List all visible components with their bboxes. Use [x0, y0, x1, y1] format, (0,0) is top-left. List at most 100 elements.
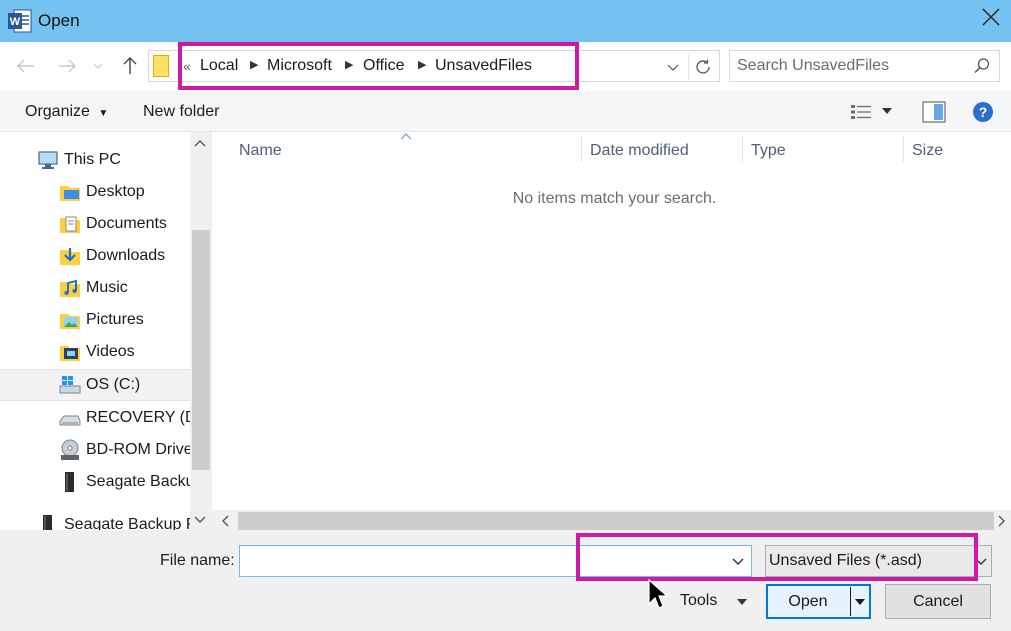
scroll-down-icon[interactable] [194, 516, 206, 524]
search-input[interactable] [737, 55, 967, 77]
refresh-button[interactable] [688, 54, 716, 80]
file-name-input[interactable] [243, 550, 713, 572]
help-icon[interactable]: ? [972, 101, 994, 123]
videos-folder-icon [60, 346, 80, 361]
nav-label: Downloads [86, 247, 166, 264]
tools-menu[interactable]: Tools [680, 592, 717, 610]
dropdown-arrow-icon [737, 599, 747, 605]
nav-item-music[interactable]: Music [0, 272, 190, 304]
nav-label: This PC [64, 151, 121, 168]
svg-text:?: ? [979, 104, 988, 120]
mouse-cursor-icon [648, 578, 669, 609]
breadcrumb-office[interactable]: Office [363, 57, 405, 75]
nav-item-this-pc[interactable]: This PC [0, 144, 190, 176]
nav-item-recovery-d[interactable]: RECOVERY (D:) [0, 402, 190, 434]
recent-locations-button[interactable] [88, 53, 108, 79]
file-list[interactable] [212, 132, 1011, 510]
nav-label: Documents [86, 215, 167, 232]
title-bar [0, 0, 1011, 42]
file-type-value: Unsaved Files (*.asd) [769, 552, 922, 569]
external-drive-icon [43, 515, 52, 530]
column-header-name[interactable]: Name [239, 142, 282, 160]
search-icon[interactable] [972, 56, 992, 76]
scroll-left-icon[interactable] [221, 515, 229, 527]
horizontal-scrollbar-thumb[interactable] [238, 512, 994, 530]
back-button[interactable] [13, 53, 39, 79]
computer-icon [38, 151, 58, 169]
file-type-dropdown[interactable] [972, 551, 990, 571]
nav-item-bd-rom[interactable]: BD-ROM Drive [0, 434, 190, 466]
windows-drive-icon [59, 376, 81, 394]
nav-item-seagate-backup-2[interactable]: Seagate Backup P [0, 509, 190, 530]
column-divider[interactable] [742, 136, 743, 162]
column-header-size[interactable]: Size [912, 142, 943, 160]
nav-label: Seagate Backup [86, 473, 190, 490]
column-header-date-modified[interactable]: Date modified [590, 142, 689, 160]
navigation-pane[interactable]: This PC Desktop Documents Downloads Musi… [0, 132, 190, 530]
dropdown-arrow-icon [855, 599, 865, 605]
drive-icon [59, 415, 81, 426]
chevron-right-icon[interactable]: ▶ [345, 58, 353, 71]
scroll-right-icon[interactable] [998, 515, 1006, 527]
open-options-dropdown[interactable] [851, 590, 869, 614]
file-name-label: File name: [160, 552, 235, 569]
nav-item-downloads[interactable]: Downloads [0, 240, 190, 272]
external-drive-icon [65, 472, 74, 492]
up-button[interactable] [117, 53, 143, 79]
word-icon: W [8, 9, 32, 33]
dropdown-arrow-icon: ▼ [98, 108, 109, 119]
refresh-icon [695, 59, 710, 74]
chevron-right-icon[interactable]: ▶ [250, 58, 258, 71]
nav-item-videos[interactable]: Videos [0, 336, 190, 368]
open-button-label[interactable]: Open [766, 584, 850, 619]
chevron-down-icon [732, 558, 744, 565]
folder-icon [153, 55, 169, 77]
nav-item-documents[interactable]: Documents [0, 208, 190, 240]
nav-item-seagate-backup-1[interactable]: Seagate Backup [0, 466, 190, 498]
chevron-down-icon [667, 64, 679, 71]
nav-item-os-c[interactable]: OS (C:) [0, 369, 190, 401]
nav-label: RECOVERY (D:) [86, 409, 190, 426]
up-arrow-icon [123, 57, 137, 74]
nav-scrollbar-thumb[interactable] [192, 230, 210, 470]
breadcrumb-microsoft[interactable]: Microsoft [267, 57, 332, 75]
organize-menu[interactable]: Organize ▼ [25, 103, 108, 121]
downloads-folder-icon [60, 248, 80, 265]
nav-label: OS (C:) [86, 376, 141, 393]
nav-label: Videos [86, 343, 135, 360]
column-divider[interactable] [903, 136, 904, 162]
organize-label: Organize [25, 103, 90, 120]
desktop-folder-icon [60, 186, 80, 201]
view-details-icon[interactable] [850, 103, 872, 121]
column-header-type[interactable]: Type [751, 142, 786, 160]
optical-drive-icon [61, 439, 79, 460]
tools-dropdown[interactable] [734, 594, 750, 610]
nav-label: Seagate Backup P [64, 516, 190, 530]
sort-ascending-icon [400, 133, 412, 140]
address-history-dropdown[interactable] [664, 57, 682, 77]
forward-button[interactable] [54, 53, 80, 79]
forward-arrow-icon [59, 59, 76, 73]
chevron-right-icon[interactable]: ▶ [418, 58, 426, 71]
new-folder-button[interactable]: New folder [143, 103, 219, 121]
documents-folder-icon [60, 216, 80, 233]
svg-text:W: W [10, 16, 21, 28]
back-arrow-icon [17, 59, 34, 73]
chevron-down-icon [93, 63, 103, 69]
breadcrumb-overflow[interactable]: « [183, 58, 191, 74]
breadcrumb-local[interactable]: Local [200, 57, 238, 75]
scroll-up-icon[interactable] [194, 139, 206, 147]
close-button[interactable] [970, 0, 1011, 34]
column-divider[interactable] [581, 136, 582, 162]
breadcrumb-unsavedfiles[interactable]: UnsavedFiles [435, 57, 532, 75]
nav-item-pictures[interactable]: Pictures [0, 304, 190, 336]
file-name-dropdown[interactable] [728, 551, 748, 571]
music-folder-icon [60, 279, 80, 297]
cancel-button[interactable]: Cancel [885, 584, 991, 619]
pictures-folder-icon [60, 314, 80, 329]
nav-label: Music [86, 279, 128, 296]
preview-pane-icon[interactable] [922, 101, 946, 123]
nav-label: BD-ROM Drive [86, 441, 190, 458]
view-options-dropdown-icon[interactable] [882, 108, 892, 115]
nav-item-desktop[interactable]: Desktop [0, 176, 190, 208]
